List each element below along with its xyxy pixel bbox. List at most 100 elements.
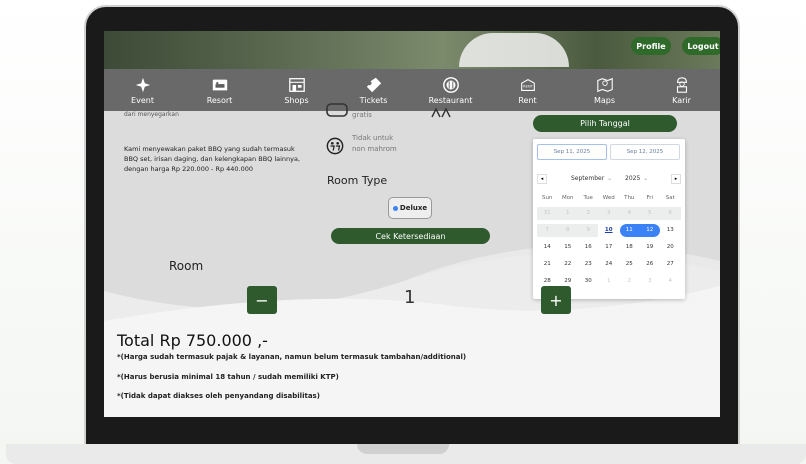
chevron-down-icon: ⌄	[643, 175, 649, 182]
month-select[interactable]: September ⌄	[571, 175, 612, 182]
chevron-down-icon: ⌄	[607, 175, 613, 182]
calendar-day[interactable]: 27	[660, 261, 681, 267]
calendar-day: 7	[545, 227, 550, 233]
weekday-label: Thu	[624, 195, 635, 201]
rent-icon: RENT	[520, 78, 535, 91]
calendar-day[interactable]: 30	[578, 278, 599, 284]
worker-icon	[676, 76, 687, 93]
main-nav: Event Resort Shops Tickets Restaurant RE…	[104, 69, 720, 111]
calendar-day[interactable]: 22	[558, 261, 579, 267]
shop-icon	[288, 77, 305, 92]
calendar-day: 31	[543, 210, 551, 216]
check-availability-button[interactable]: Cek Ketersediaan	[331, 228, 490, 244]
nav-label: Resort	[206, 95, 233, 105]
nav-label: Rent	[518, 95, 537, 105]
month-label: September	[571, 175, 605, 182]
bbq-description: Kami menyewakan paket BBQ yang sudah ter…	[124, 145, 301, 173]
calendar-day[interactable]: 29	[558, 278, 579, 284]
svg-text:RENT: RENT	[523, 84, 533, 88]
note-disability: *(Tidak dapat diakses oleh penyandang di…	[117, 392, 320, 400]
pick-date-button[interactable]: Pilih Tanggal	[533, 115, 677, 132]
year-select[interactable]: 2025 ⌄	[625, 175, 648, 182]
note-age: *(Harus berusia minimal 18 tahun / sudah…	[117, 373, 339, 381]
calendar-day: 2	[627, 278, 632, 284]
calendar-day[interactable]: 17	[599, 244, 620, 250]
calendar-day[interactable]: 20	[660, 244, 681, 250]
weekday-label: Fri	[646, 195, 654, 201]
no-mixing-icon	[326, 137, 344, 155]
chevron-left-icon: ◂	[540, 176, 544, 182]
hero-image	[104, 31, 720, 69]
calendar-day: 2	[586, 210, 591, 216]
nav-label: Maps	[593, 95, 616, 105]
plate-icon	[442, 76, 459, 93]
increment-room-button[interactable]: +	[541, 286, 571, 314]
nav-item-maps[interactable]: Maps	[566, 69, 643, 111]
room-type-title: Room Type	[327, 174, 388, 187]
weekday-label: Sun	[542, 195, 553, 201]
free-label: gratis	[352, 111, 372, 119]
week-row: 14 15 16 17 18 19 20	[537, 244, 681, 250]
calendar-day: 1	[566, 210, 570, 216]
partial-description: dari menyegarkan	[124, 111, 179, 118]
calendar-day[interactable]: 16	[578, 244, 599, 250]
calendar-day[interactable]: 14	[537, 244, 558, 250]
calendar-day-selected[interactable]: 12	[640, 227, 661, 233]
glamping-dome	[459, 33, 569, 67]
calendar-day[interactable]: 15	[558, 244, 579, 250]
weekday-label: Tue	[583, 195, 593, 201]
calendar-day: 6	[668, 210, 673, 216]
profile-button[interactable]: Profile	[631, 37, 671, 55]
decrement-room-button[interactable]: −	[247, 286, 277, 314]
calendar-day[interactable]: 21	[537, 261, 558, 267]
family-icon	[431, 107, 451, 118]
bed-icon	[212, 79, 227, 90]
nav-label: Restaurant	[428, 95, 473, 105]
calendar-day: 5	[648, 210, 652, 216]
weekday-label: Wed	[602, 195, 615, 201]
calendar-day[interactable]: 25	[619, 261, 640, 267]
website-screen: Profile Logout Event Resort Shops Ticket…	[104, 31, 720, 417]
logout-button[interactable]: Logout	[682, 37, 720, 55]
facility-icon	[326, 103, 348, 117]
calendar-day[interactable]: 23	[578, 261, 599, 267]
week-row: 28 29 30 1 2 3 4	[537, 278, 681, 284]
nav-item-shops[interactable]: Shops	[258, 69, 335, 111]
week-row: 7 8 9 10 11 12 13	[537, 227, 681, 233]
calendar-day: 8	[566, 227, 570, 233]
nav-item-resort[interactable]: Resort	[181, 69, 258, 111]
calendar-day[interactable]: 24	[599, 261, 620, 267]
room-label: Room	[169, 259, 204, 273]
start-date-input[interactable]: Sep 11, 2025	[537, 144, 607, 160]
calendar-day: 3	[648, 278, 652, 284]
calendar-day[interactable]: 26	[640, 261, 661, 267]
calendar-day: 4	[627, 210, 632, 216]
next-month-button[interactable]: ▸	[671, 174, 681, 184]
no-mahrom-label: Tidak untuk non mahrom	[352, 134, 397, 153]
calendar-day[interactable]: 19	[640, 244, 661, 250]
nav-item-rent[interactable]: RENT Rent	[489, 69, 566, 111]
calendar-day[interactable]: 28	[537, 278, 558, 284]
end-date-input[interactable]: Sep 12, 2025	[610, 144, 680, 160]
calendar-day: 3	[607, 210, 611, 216]
room-type-deluxe-option[interactable]: Deluxe	[388, 197, 432, 219]
nav-item-karir[interactable]: Karir	[643, 69, 720, 111]
calendar-day: 1	[607, 278, 611, 284]
week-row: 31 1 2 3 4 5 6	[537, 210, 681, 216]
radio-selected-icon	[392, 205, 398, 211]
total-price: Total Rp 750.000 ,-	[117, 331, 268, 350]
calendar-day: 9	[586, 227, 591, 233]
weekday-label: Mon	[561, 195, 574, 201]
calendar-day[interactable]: 18	[619, 244, 640, 250]
calendar-day[interactable]: 13	[660, 227, 681, 233]
calendar-day-selected[interactable]: 11	[619, 227, 640, 233]
prev-month-button[interactable]: ◂	[537, 174, 547, 184]
weekday-label: Sat	[665, 195, 675, 201]
nav-label: Shops	[284, 95, 309, 105]
calendar-day-today[interactable]: 10	[599, 227, 620, 233]
weekday-row: Sun Mon Tue Wed Thu Fri Sat	[537, 195, 681, 201]
note-tax: *(Harga sudah termasuk pajak & layanan, …	[117, 353, 467, 361]
nav-item-event[interactable]: Event	[104, 69, 181, 111]
map-icon	[596, 77, 613, 92]
nav-label: Tickets	[359, 95, 388, 105]
